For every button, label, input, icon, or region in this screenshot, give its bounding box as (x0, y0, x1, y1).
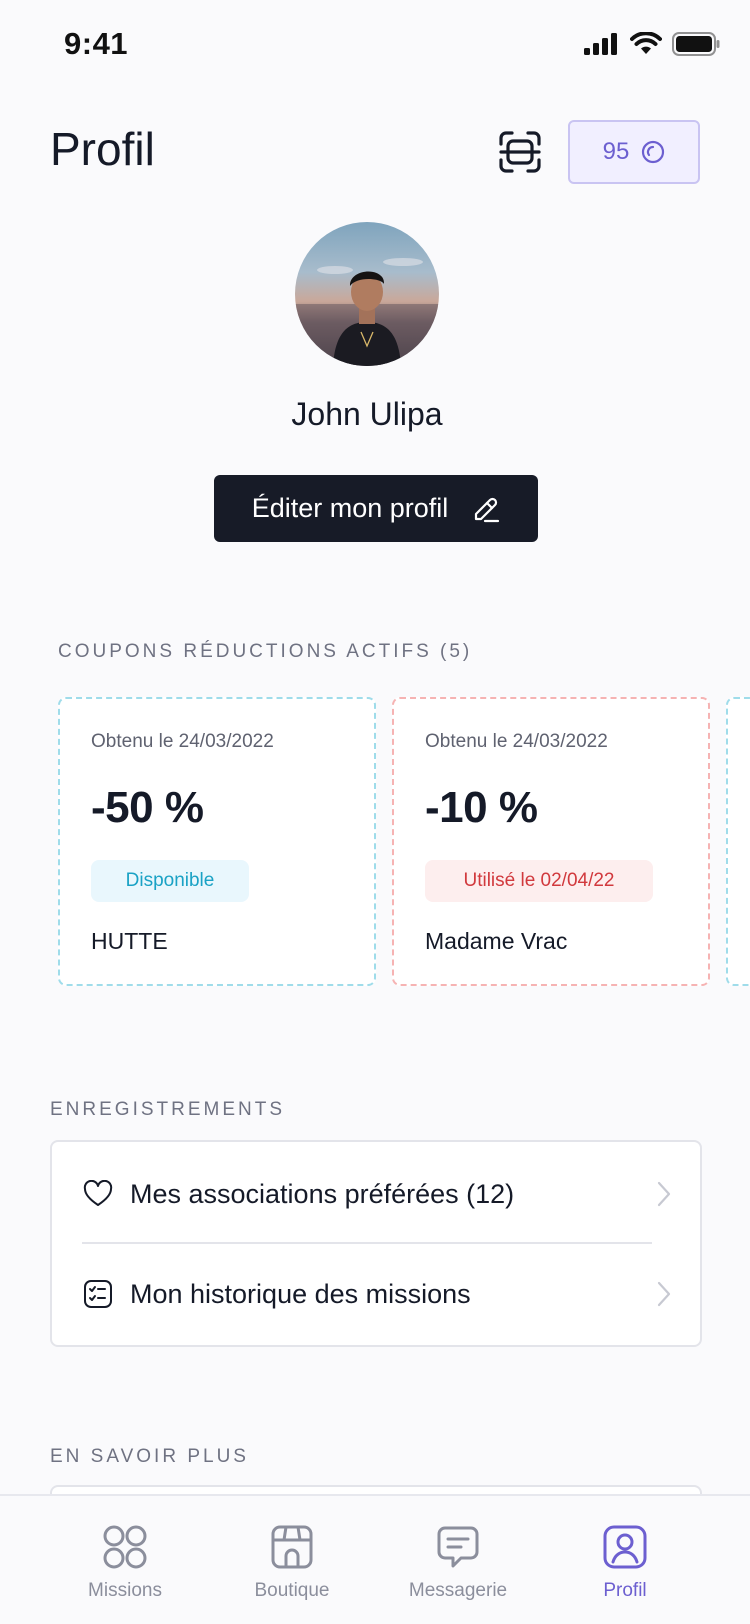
coin-icon (642, 140, 665, 164)
tab-missions[interactable]: Missions (50, 1524, 200, 1602)
list-item-label: Mon historique des missions (130, 1278, 471, 1309)
avatar-photo (295, 258, 439, 366)
coupon-card-partial[interactable] (726, 697, 750, 986)
wifi-icon (630, 32, 662, 54)
coupon-value: -50 % (91, 783, 204, 832)
coupon-value: -10 % (425, 783, 538, 832)
tab-messagerie[interactable]: Messagerie (383, 1524, 533, 1602)
list-item-favorite-associations[interactable]: Mes associations préférées (12) (82, 1146, 672, 1242)
chevron-right-icon (657, 1281, 671, 1307)
tab-label: Boutique (254, 1580, 330, 1601)
shop-icon (271, 1525, 313, 1569)
grid-icon (103, 1525, 147, 1569)
chevron-right-icon (657, 1181, 671, 1207)
coupon-status-badge: Utilisé le 02/04/22 (425, 860, 653, 902)
edit-profile-label: Éditer mon profil (251, 493, 449, 523)
status-bar: 9:41 (0, 0, 750, 92)
points-value: 95 (602, 138, 630, 165)
more-section-title: EN SAVOIR PLUS (50, 1446, 249, 1467)
scan-button[interactable] (494, 126, 546, 178)
list-item-mission-history[interactable]: Mon historique des missions (82, 1246, 672, 1342)
status-time: 9:41 (64, 26, 129, 61)
signal-icon (584, 33, 617, 55)
coupon-card[interactable]: Obtenu le 24/03/2022 -10 % Utilisé le 02… (392, 697, 710, 986)
coupon-card[interactable]: Obtenu le 24/03/2022 -50 % Disponible HU… (58, 697, 376, 986)
page-title: Profil (50, 123, 155, 175)
tab-label: Missions (88, 1580, 162, 1601)
tab-profil[interactable]: Profil (550, 1524, 700, 1602)
tab-boutique[interactable]: Boutique (217, 1524, 367, 1602)
tab-label: Profil (603, 1580, 647, 1601)
status-icons (584, 32, 720, 56)
coupon-date: Obtenu le 24/03/2022 (91, 731, 274, 752)
checklist-icon (82, 1278, 114, 1310)
chat-icon (437, 1526, 479, 1568)
profile-icon (603, 1525, 647, 1569)
heart-icon (82, 1178, 114, 1210)
tab-label: Messagerie (408, 1580, 508, 1601)
battery-icon (672, 32, 720, 56)
list-item-label: Mes associations préférées (12) (130, 1178, 515, 1209)
coupon-shop: Madame Vrac (425, 928, 568, 954)
coupon-status-badge: Disponible (91, 860, 249, 902)
profile-screen: 9:41 Profil 95 John Ulipa Éditer mon pro… (0, 0, 750, 1624)
points-badge[interactable]: 95 (568, 120, 700, 184)
saved-section-title: ENREGISTREMENTS (50, 1099, 286, 1120)
avatar (295, 222, 439, 366)
user-name: John Ulipa (291, 396, 443, 432)
list-divider (82, 1242, 652, 1244)
coupon-shop: HUTTE (91, 928, 168, 954)
edit-profile-button[interactable]: Éditer mon profil (214, 475, 538, 542)
coupon-date: Obtenu le 24/03/2022 (425, 731, 608, 752)
pencil-icon (475, 497, 500, 522)
saved-list: Mes associations préférées (12) Mon hist… (50, 1140, 702, 1347)
tab-bar: Missions Boutique Messagerie Profil (0, 1494, 750, 1624)
coupons-section-title: COUPONS RÉDUCTIONS ACTIFS (5) (58, 641, 473, 662)
scan-icon (499, 131, 541, 173)
